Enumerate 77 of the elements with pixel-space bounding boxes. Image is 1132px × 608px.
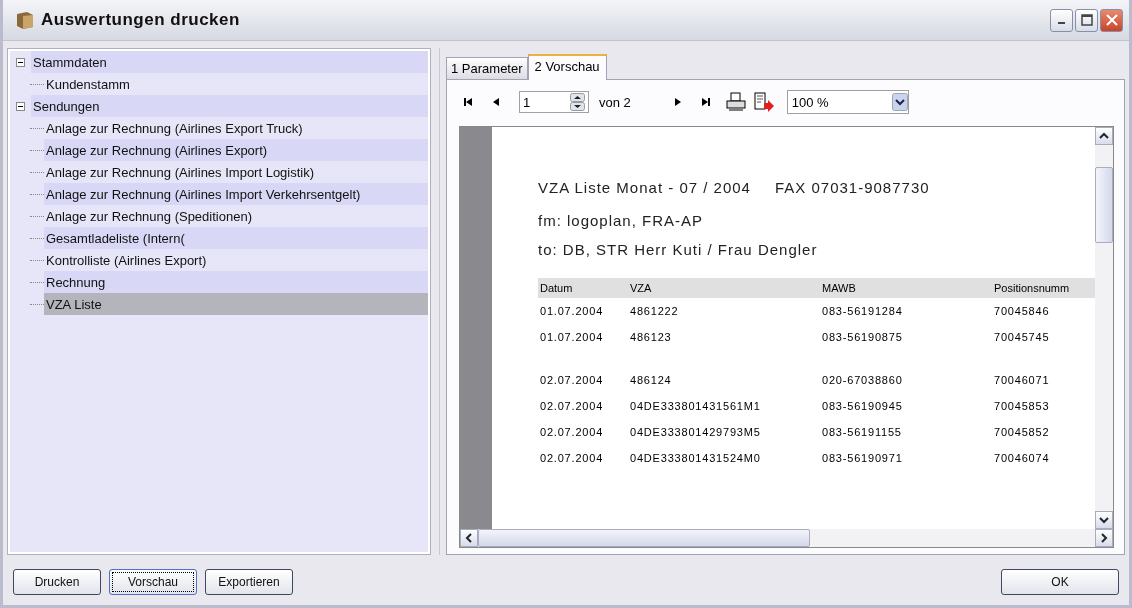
tree-item[interactable]: Sendungen <box>31 95 428 117</box>
dialog-button[interactable]: Exportieren <box>205 569 293 595</box>
column-header: Positionsnumm <box>993 282 1071 294</box>
tree-item[interactable]: Kontrolliste (Airlines Export) <box>44 249 428 271</box>
horizontal-scrollbar[interactable] <box>460 529 1113 547</box>
table-cell-text: 04DE333801429793M5 <box>629 426 762 438</box>
maximize-button[interactable] <box>1075 8 1098 32</box>
table-cell-text: 486124 <box>629 374 673 386</box>
table-cell-text: 083-56191284 <box>821 305 904 317</box>
tree-item[interactable]: Anlage zur Rechnung (Airlines Import Logistik) <box>44 161 428 183</box>
tree-item[interactable]: Anlage zur Rechnung (Airlines Import Verkehrsentgelt) <box>44 183 428 205</box>
maximize-icon[interactable] <box>1080 14 1093 26</box>
table-cell-text: 70046071 <box>993 374 1051 386</box>
report-sender: fm: logoplan, FRA-AP <box>538 212 705 229</box>
export-icon[interactable] <box>752 91 775 113</box>
table-cell-text: 04DE333801431524M0 <box>629 452 762 464</box>
first-page-icon[interactable] <box>463 97 473 107</box>
table-cell-text: 4861222 <box>629 305 680 317</box>
table-cell-text: 02.07.2004 <box>539 426 605 438</box>
zoom-dropdown[interactable]: 100 % <box>786 90 909 114</box>
column-header: MAWB <box>821 282 857 294</box>
table-cell-text: 083-56190945 <box>821 400 904 412</box>
table-cell-text: 04DE333801431561M1 <box>629 400 762 412</box>
report-recipient: to: DB, STR Herr Kuti / Frau Dengler <box>538 241 819 258</box>
table-cell-text: 02.07.2004 <box>539 452 605 464</box>
tree-item[interactable]: Stammdaten <box>31 51 428 73</box>
tab[interactable]: 2 Vorschau <box>527 54 607 80</box>
vertical-scrollbar[interactable] <box>1095 127 1113 529</box>
table-cell-text: 02.07.2004 <box>539 374 605 386</box>
page-spinner[interactable]: 1 <box>519 91 589 113</box>
dialog-button[interactable]: Drucken <box>13 569 101 595</box>
tree-item[interactable]: Anlage zur Rechnung (Speditionen) <box>44 205 428 227</box>
previous-page-icon[interactable] <box>491 97 501 107</box>
table-cell-text: 083-56190875 <box>821 331 904 343</box>
minimize-button[interactable] <box>1050 8 1073 32</box>
box-icon <box>15 10 35 30</box>
last-page-icon[interactable] <box>700 97 711 107</box>
page-count: von 2 <box>599 94 631 110</box>
chevron-right-icon[interactable] <box>1100 533 1108 543</box>
dialog-button[interactable]: Vorschau <box>109 569 197 595</box>
tree-item[interactable]: VZA Liste <box>44 293 428 315</box>
table-cell-text: 02.07.2004 <box>539 400 605 412</box>
scroll-thumb[interactable] <box>1095 167 1113 243</box>
window-title: Auswertungen drucken <box>41 10 241 30</box>
table-cell-text: 70046074 <box>993 452 1051 464</box>
tree-item[interactable]: Anlage zur Rechnung (Airlines Export Truck) <box>44 117 428 139</box>
table-cell-text: 70045745 <box>993 331 1051 343</box>
close-icon[interactable] <box>1105 14 1118 26</box>
collapse-icon[interactable] <box>16 57 25 67</box>
collapse-icon[interactable] <box>16 101 25 111</box>
chevron-down-icon[interactable] <box>1099 516 1109 524</box>
print-icon[interactable] <box>724 92 747 112</box>
spin-arrows-icon[interactable] <box>570 93 585 111</box>
chevron-left-icon[interactable] <box>465 533 473 543</box>
ok-button[interactable]: OK <box>1001 569 1119 595</box>
report-title: VZA Liste Monat - 07 / 2004 <box>538 179 751 196</box>
table-cell-text: 01.07.2004 <box>539 305 605 317</box>
chevron-up-icon[interactable] <box>1099 132 1109 140</box>
next-page-icon[interactable] <box>672 97 683 107</box>
table-cell-text: 083-56191155 <box>821 426 903 438</box>
column-header: Datum <box>539 282 574 294</box>
close-button[interactable] <box>1100 8 1123 32</box>
scroll-thumb[interactable] <box>478 529 810 547</box>
table-cell-text: 020-67038860 <box>821 374 904 386</box>
tree-item[interactable]: Gesamtladeliste (Intern( <box>44 227 428 249</box>
tree-item[interactable]: Anlage zur Rechnung (Airlines Export) <box>44 139 428 161</box>
table-cell-text: 01.07.2004 <box>539 331 605 343</box>
table-cell-text: 083-56190971 <box>821 452 904 464</box>
tree-item[interactable]: Kundenstamm <box>44 73 428 95</box>
fax-number: FAX 07031-9087730 <box>774 179 930 196</box>
table-cell-text: 70045853 <box>993 400 1051 412</box>
tab[interactable]: 1 Parameter <box>446 57 528 79</box>
column-header: VZA <box>629 282 653 294</box>
table-cell-text: 70045852 <box>993 426 1051 438</box>
table-cell-text: 486123 <box>629 331 673 343</box>
table-cell-text: 70045846 <box>993 305 1051 317</box>
tree-item[interactable]: Rechnung <box>44 271 428 293</box>
